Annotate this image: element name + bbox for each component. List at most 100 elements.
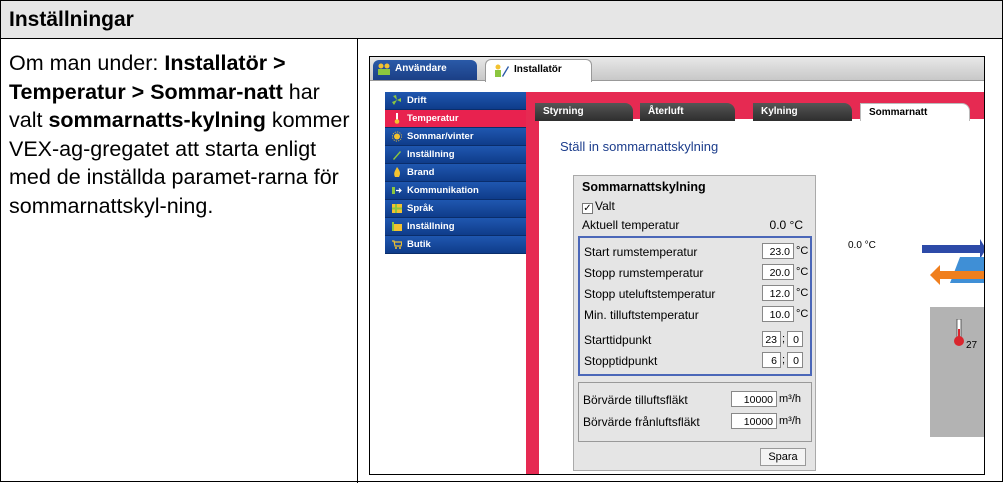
field-unit: °C <box>796 266 809 278</box>
field-unit: °C <box>796 308 809 320</box>
fan-icon <box>392 95 401 105</box>
field-label: Stopptidpunkt <box>584 354 658 368</box>
installer-icon <box>495 64 509 77</box>
checkbox-label: Valt <box>595 199 615 213</box>
time-separator: ; <box>782 333 786 345</box>
tab-aterluft[interactable]: Återluft <box>640 103 735 121</box>
right-temp-label: 0.0 °C <box>848 240 876 251</box>
menu-label: Inställning <box>407 221 455 232</box>
field-unit: °C <box>796 245 809 257</box>
field-stopp-uteluftstemperatur: Stopp uteluftstemperatur 12.0 °C <box>584 285 808 303</box>
inlet-arrow-icon <box>922 239 984 259</box>
aktuell-value: 0.0 °C <box>769 218 803 232</box>
thermometer-icon <box>394 113 400 124</box>
column-divider <box>357 39 358 483</box>
tab-styrning[interactable]: Styrning <box>535 103 633 121</box>
body-text-part: sommarnatts-kylning <box>48 108 266 132</box>
menu-item-brand[interactable]: Brand <box>385 164 535 182</box>
field-borvarde-franluftsflakt: Börvärde frånluftsfläkt 10000 m³/h <box>583 413 807 431</box>
menu-label: Inställning <box>407 149 455 160</box>
tab-label: Installatör <box>514 64 562 75</box>
sommarnatt-panel: Sommarnattskylning ✓ Valt Aktuell tempera… <box>573 175 816 471</box>
section-title: Ställ in sommarnattskylning <box>560 139 719 154</box>
settings-icon <box>392 222 402 231</box>
hour-input[interactable]: 6 <box>762 352 781 368</box>
description-text: Om man under: Installatör > Temperatur >… <box>9 49 354 220</box>
aktuell-temperatur-row: Aktuell temperatur 0.0 °C <box>582 218 807 232</box>
airflow-diagram <box>922 239 984 285</box>
field-label: Börvärde tilluftsfläkt <box>583 393 688 407</box>
tab-label: Återluft <box>648 106 684 117</box>
field-input[interactable]: 12.0 <box>762 285 794 301</box>
communication-icon <box>392 187 402 194</box>
field-label: Stopp uteluftstemperatur <box>584 287 716 301</box>
tab-label: Sommarnatt <box>869 107 928 118</box>
menu-label: Sommar/vinter <box>407 131 474 142</box>
side-menu: Drift Temperatur Sommar/vinter Inställni… <box>385 92 535 254</box>
menu-label: Brand <box>407 167 435 178</box>
menu-item-drift[interactable]: Drift <box>385 92 535 110</box>
menu-item-sommar-vinter[interactable]: Sommar/vinter <box>385 128 535 146</box>
thermometer-icon <box>954 319 964 346</box>
field-label: Stopp rumstemperatur <box>584 266 704 280</box>
menu-label: Språk <box>407 203 434 214</box>
tab-installator[interactable]: Installatör <box>485 59 592 82</box>
save-button[interactable]: Spara <box>760 448 806 466</box>
menu-item-temperatur[interactable]: Temperatur <box>385 110 535 128</box>
field-input[interactable]: 10000 <box>731 391 777 407</box>
valt-checkbox[interactable]: ✓ <box>582 203 593 214</box>
field-label: Start rumstemperatur <box>584 245 698 259</box>
field-unit: °C <box>796 287 809 299</box>
menu-label: Drift <box>407 95 427 106</box>
users-icon <box>378 63 390 75</box>
content-tab-row: Styrning Återluft Kylning Sommarnatt <box>535 103 984 121</box>
minute-input[interactable]: 0 <box>787 352 803 368</box>
menu-label: Kommunikation <box>407 185 479 196</box>
menu-item-installning-2[interactable]: Inställning <box>385 218 535 236</box>
menu-item-installning[interactable]: Inställning <box>385 146 535 164</box>
field-starttidpunkt: Starttidpunkt 23 ; 0 <box>584 331 808 349</box>
tab-label: Användare <box>395 63 447 74</box>
menu-item-butik[interactable]: Butik <box>385 236 535 254</box>
tab-kylning[interactable]: Kylning <box>753 103 852 121</box>
body-text-part: Om man under: <box>9 51 165 75</box>
field-min-tilluftstemperatur: Min. tilluftstemperatur 10.0 °C <box>584 306 808 324</box>
tab-anvandare[interactable]: Användare <box>373 60 477 80</box>
field-stopp-rumstemperatur: Stopp rumstemperatur 20.0 °C <box>584 264 808 282</box>
field-start-rumstemperatur: Start rumstemperatur 23.0 °C <box>584 243 808 261</box>
field-unit: m³/h <box>779 393 801 405</box>
field-input[interactable]: 10000 <box>731 413 777 429</box>
tab-label: Kylning <box>761 106 798 117</box>
time-separator: ; <box>782 354 786 366</box>
field-input[interactable]: 23.0 <box>762 243 794 259</box>
temperature-group: Start rumstemperatur 23.0 °C Stopp rumst… <box>578 236 812 376</box>
fire-icon <box>394 167 401 177</box>
top-tab-bar: Användare Installatör <box>370 57 984 82</box>
minute-input[interactable]: 0 <box>787 331 803 347</box>
field-input[interactable]: 10.0 <box>762 306 794 322</box>
menu-item-sprak[interactable]: Språk <box>385 200 535 218</box>
app-screenshot: Användare Installatör Drift Temperatur S… <box>369 56 985 475</box>
valt-checkbox-row[interactable]: ✓ Valt <box>582 199 615 214</box>
menu-item-kommunikation[interactable]: Kommunikation <box>385 182 535 200</box>
field-label: Starttidpunkt <box>584 333 652 347</box>
language-icon <box>392 204 402 213</box>
menu-label: Temperatur <box>407 113 459 124</box>
field-label: Börvärde frånluftsfläkt <box>583 415 700 429</box>
hour-input[interactable]: 23 <box>762 331 781 347</box>
field-stopptidpunkt: Stopptidpunkt 6 ; 0 <box>584 352 808 370</box>
menu-label: Butik <box>407 239 431 250</box>
document-table: Inställningar Om man under: Installatör … <box>0 0 1003 483</box>
tab-label: Styrning <box>543 106 584 117</box>
field-borvarde-tilluftsflakt: Börvärde tilluftsfläkt 10000 m³/h <box>583 391 807 409</box>
aktuell-label: Aktuell temperatur <box>582 218 680 232</box>
field-unit: m³/h <box>779 415 801 427</box>
wrench-icon <box>393 151 401 160</box>
page-title: Inställningar <box>9 8 134 31</box>
panel-title: Sommarnattskylning <box>582 180 706 194</box>
field-input[interactable]: 20.0 <box>762 264 794 280</box>
header-bar: Inställningar <box>1 1 1002 39</box>
right-partial-value: 27 <box>966 340 978 351</box>
fan-group: Börvärde tilluftsfläkt 10000 m³/h Börvär… <box>578 382 812 442</box>
tab-sommarnatt[interactable]: Sommarnatt <box>860 103 970 121</box>
